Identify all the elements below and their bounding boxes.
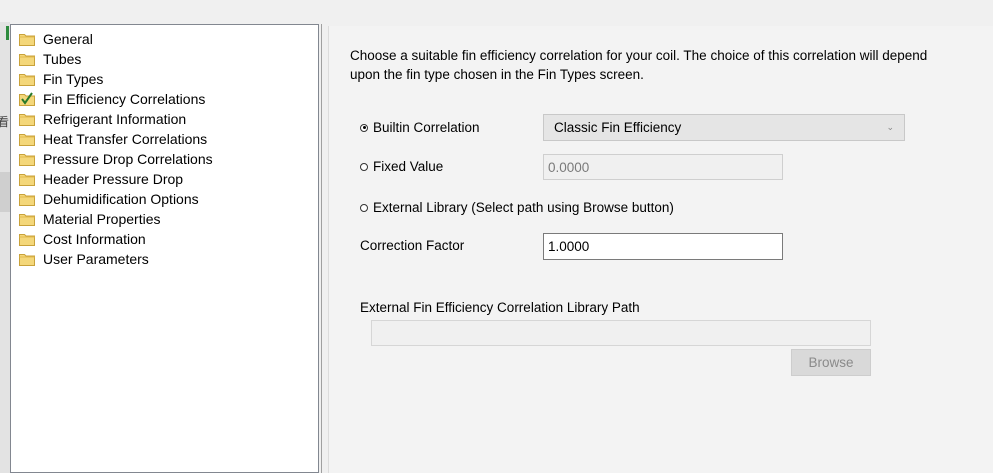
tree-item-label: Fin Types [43, 71, 104, 87]
builtin-correlation-label: Builtin Correlation [373, 120, 480, 135]
title-bar [0, 0, 993, 22]
folder-icon [19, 192, 35, 206]
tree-item-general[interactable]: General [19, 29, 93, 49]
tree-item-label: Header Pressure Drop [43, 171, 184, 187]
left-edge-glyph: 看 [0, 115, 10, 129]
folder-icon [19, 152, 35, 166]
checked-folder-icon [19, 92, 35, 106]
splitter[interactable] [321, 24, 327, 473]
tree-item-refrigerant-information[interactable]: Refrigerant Information [19, 109, 186, 129]
tree-item-label: Pressure Drop Correlations [43, 151, 213, 167]
fixed-value-radio[interactable]: Fixed Value [360, 159, 443, 174]
external-library-radio[interactable]: External Library (Select path using Brow… [360, 200, 674, 215]
correction-factor-label: Correction Factor [360, 238, 465, 253]
tree-item-label: Tubes [43, 51, 82, 67]
left-edge-shade [0, 172, 10, 212]
tree-item-fin-types[interactable]: Fin Types [19, 69, 103, 89]
tree-item-tubes[interactable]: Tubes [19, 49, 81, 69]
correction-factor-text: 1.0000 [548, 239, 590, 254]
tree-item-header-pressure-drop[interactable]: Header Pressure Drop [19, 169, 183, 189]
builtin-correlation-select[interactable]: Classic Fin Efficiency ⌄ [543, 114, 905, 141]
folder-icon [19, 132, 35, 146]
description-line: Choose a suitable fin efficiency correla… [350, 48, 928, 63]
tree-item-label: Cost Information [43, 231, 146, 247]
fixed-value-label: Fixed Value [373, 159, 444, 174]
chevron-down-icon: ⌄ [886, 122, 894, 132]
select-value: Classic Fin Efficiency [554, 120, 682, 135]
folder-icon [19, 252, 35, 266]
tree-item-cost-information[interactable]: Cost Information [19, 229, 146, 249]
library-path-field[interactable] [371, 320, 871, 346]
tree-item-label: Material Properties [43, 211, 161, 227]
folder-icon [19, 72, 35, 86]
description-line: upon the fin type chosen in the Fin Type… [350, 66, 644, 82]
folder-icon [19, 212, 35, 226]
radio-unselected-icon [360, 203, 368, 212]
tree-item-material-properties[interactable]: Material Properties [19, 209, 161, 229]
description-text: Choose a suitable fin efficiency correla… [350, 47, 950, 84]
tree-item-pressure-drop-correlations[interactable]: Pressure Drop Correlations [19, 149, 213, 169]
folder-icon [19, 32, 35, 46]
tree-item-label: General [43, 31, 93, 47]
library-path-label: External Fin Efficiency Correlation Libr… [360, 300, 640, 315]
builtin-correlation-radio[interactable]: Builtin Correlation [360, 120, 480, 135]
tree-item-label: User Parameters [43, 251, 149, 267]
tree-item-user-parameters[interactable]: User Parameters [19, 249, 149, 269]
folder-icon [19, 112, 35, 126]
tree-item-label: Refrigerant Information [43, 111, 187, 127]
correction-factor-field[interactable]: 1.0000 [543, 233, 783, 260]
green-marker [6, 26, 9, 40]
radio-unselected-icon [360, 162, 368, 171]
external-library-label: External Library (Select path using Brow… [373, 200, 674, 215]
navigation-tree: General Tubes Fin Types Fin Efficiency C… [10, 24, 319, 473]
tree-item-label: Dehumidification Options [43, 191, 199, 207]
radio-selected-icon [360, 123, 368, 132]
tree-item-label: Heat Transfer Correlations [43, 131, 208, 147]
tree-item-label: Fin Efficiency Correlations [43, 91, 206, 107]
fixed-value-text: 0.0000 [548, 159, 590, 175]
folder-icon [19, 172, 35, 186]
fixed-value-field[interactable]: 0.0000 [543, 154, 783, 180]
left-edge-strip: 看 [0, 22, 10, 473]
browse-button[interactable]: Browse [791, 349, 871, 376]
folder-icon [19, 232, 35, 246]
folder-icon [19, 52, 35, 66]
settings-panel: Choose a suitable fin efficiency correla… [328, 26, 993, 473]
tree-item-dehumidification-options[interactable]: Dehumidification Options [19, 189, 199, 209]
tree-item-fin-efficiency-correlations[interactable]: Fin Efficiency Correlations [19, 89, 205, 109]
tree-item-heat-transfer-correlations[interactable]: Heat Transfer Correlations [19, 129, 207, 149]
